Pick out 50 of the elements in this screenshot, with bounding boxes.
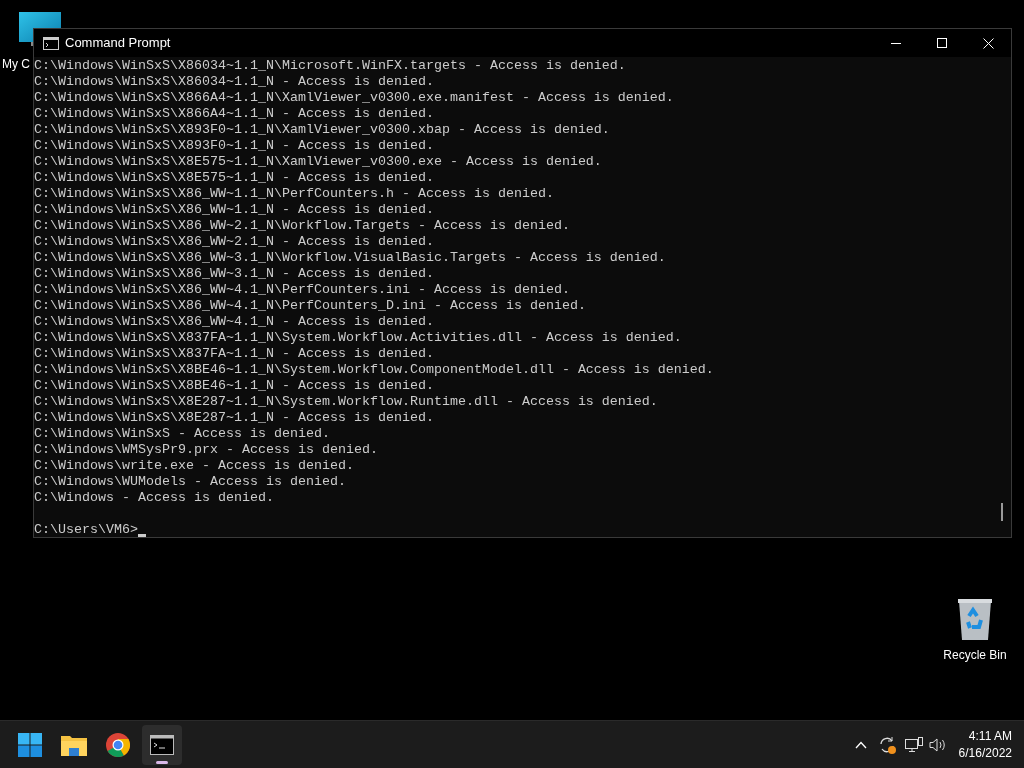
console-line: C:\Windows\WinSxS\X86_WW~1.1_N\PerfCounters.h - Access is denied. [34, 186, 554, 202]
console-line: C:\Windows\WinSxS\X86_WW~2.1_N - Access is denied. [34, 234, 434, 250]
console-line: C:\Windows\WinSxS\X837FA~1.1_N - Access is denied. [34, 346, 434, 362]
desktop-icon-label[interactable]: Recycle Bin [943, 646, 1007, 664]
console-icon [43, 36, 59, 50]
console-line: C:\Windows\WinSxS\X893F0~1.1_N - Access is denied. [34, 138, 434, 154]
command-prompt[interactable]: C:\Users\VM6> [34, 522, 138, 538]
text-cursor [138, 534, 146, 537]
console-line: C:\Windows\WUModels - Access is denied. [34, 474, 346, 490]
active-indicator [156, 760, 168, 764]
clock-date[interactable]: 6/16/2022 [958, 744, 1012, 762]
console-line: C:\Windows - Access is denied. [34, 490, 274, 506]
console-line: C:\Windows\WinSxS\X893F0~1.1_N\XamlViewer_v0300.xbap - Access is denied. [34, 122, 610, 138]
window-title: Command Prompt [65, 34, 171, 53]
console-line: C:\Windows\WinSxS\X837FA~1.1_N\System.Workflow.Activities.dll - Access is denied. [34, 330, 682, 346]
console-line: C:\Windows\WinSxS\X86_WW~3.1_N - Access is denied. [34, 266, 434, 282]
console-line: C:\Windows\WinSxS - Access is denied. [34, 426, 330, 442]
console-line: C:\Windows\WinSxS\X866A4~1.1_N\XamlViewer_v0300.exe.manifest - Access is denied. [34, 90, 674, 106]
console-line: C:\Windows\WinSxS\X86_WW~4.1_N - Access is denied. [34, 314, 434, 330]
chevron-up-icon[interactable] [854, 740, 867, 749]
console-line: C:\Windows\WinSxS\X8E575~1.1_N\XamlViewer_v0300.exe - Access is denied. [34, 154, 602, 170]
recycle-bin-icon[interactable] [957, 598, 993, 640]
console-line: C:\Windows\WinSxS\X8BE46~1.1_N - Access is denied. [34, 378, 434, 394]
console-line: C:\Windows\WinSxS\X86034~1.1_N\Microsoft.WinFX.targets - Access is denied. [34, 58, 626, 74]
speaker-icon[interactable] [928, 736, 947, 753]
console-line: C:\Windows\WinSxS\X8E287~1.1_N\System.Workflow.Runtime.dll - Access is denied. [34, 394, 658, 410]
console-line: C:\Windows\WinSxS\X86_WW~4.1_N\PerfCounters.ini - Access is denied. [34, 282, 570, 298]
windows-logo-icon [18, 732, 42, 757]
console-line: C:\Windows\WinSxS\X86034~1.1_N - Access is denied. [34, 74, 434, 90]
close-icon [982, 37, 994, 49]
folder-icon [61, 733, 87, 756]
console-line: C:\Windows\WinSxS\X86_WW~1.1_N - Access is denied. [34, 202, 434, 218]
scrollbar-thumb[interactable] [1001, 503, 1003, 521]
console-line: C:\Windows\WMSysPr9.prx - Access is denied. [34, 442, 378, 458]
browser-icon [106, 732, 130, 757]
taskbar-app-button[interactable] [142, 724, 182, 765]
console-line: C:\Windows\WinSxS\X8BE46~1.1_N\System.Workflow.ComponentModel.dll - Access is denied. [34, 362, 714, 378]
console-line: C:\Windows\write.exe - Access is denied. [34, 458, 354, 474]
network-icon[interactable] [904, 736, 923, 753]
clock-time[interactable]: 4:11 AM [968, 727, 1012, 745]
desktop-icon-label[interactable]: My C [2, 55, 30, 73]
console-line: C:\Windows\WinSxS\X86_WW~3.1_N\Workflow.VisualBasic.Targets - Access is denied. [34, 250, 666, 266]
console-line: C:\Windows\WinSxS\X866A4~1.1_N - Access is denied. [34, 106, 434, 122]
maximize-icon [937, 38, 947, 48]
console-icon [150, 734, 174, 755]
console-line: C:\Windows\WinSxS\X86_WW~2.1_N\Workflow.Targets - Access is denied. [34, 218, 570, 234]
minimize-icon [891, 42, 901, 44]
console-line: C:\Windows\WinSxS\X8E575~1.1_N - Access is denied. [34, 170, 434, 186]
console-line: C:\Windows\WinSxS\X86_WW~4.1_N\PerfCounters_D.ini - Access is denied. [34, 298, 586, 314]
console-line: C:\Windows\WinSxS\X8E287~1.1_N - Access is denied. [34, 410, 434, 426]
